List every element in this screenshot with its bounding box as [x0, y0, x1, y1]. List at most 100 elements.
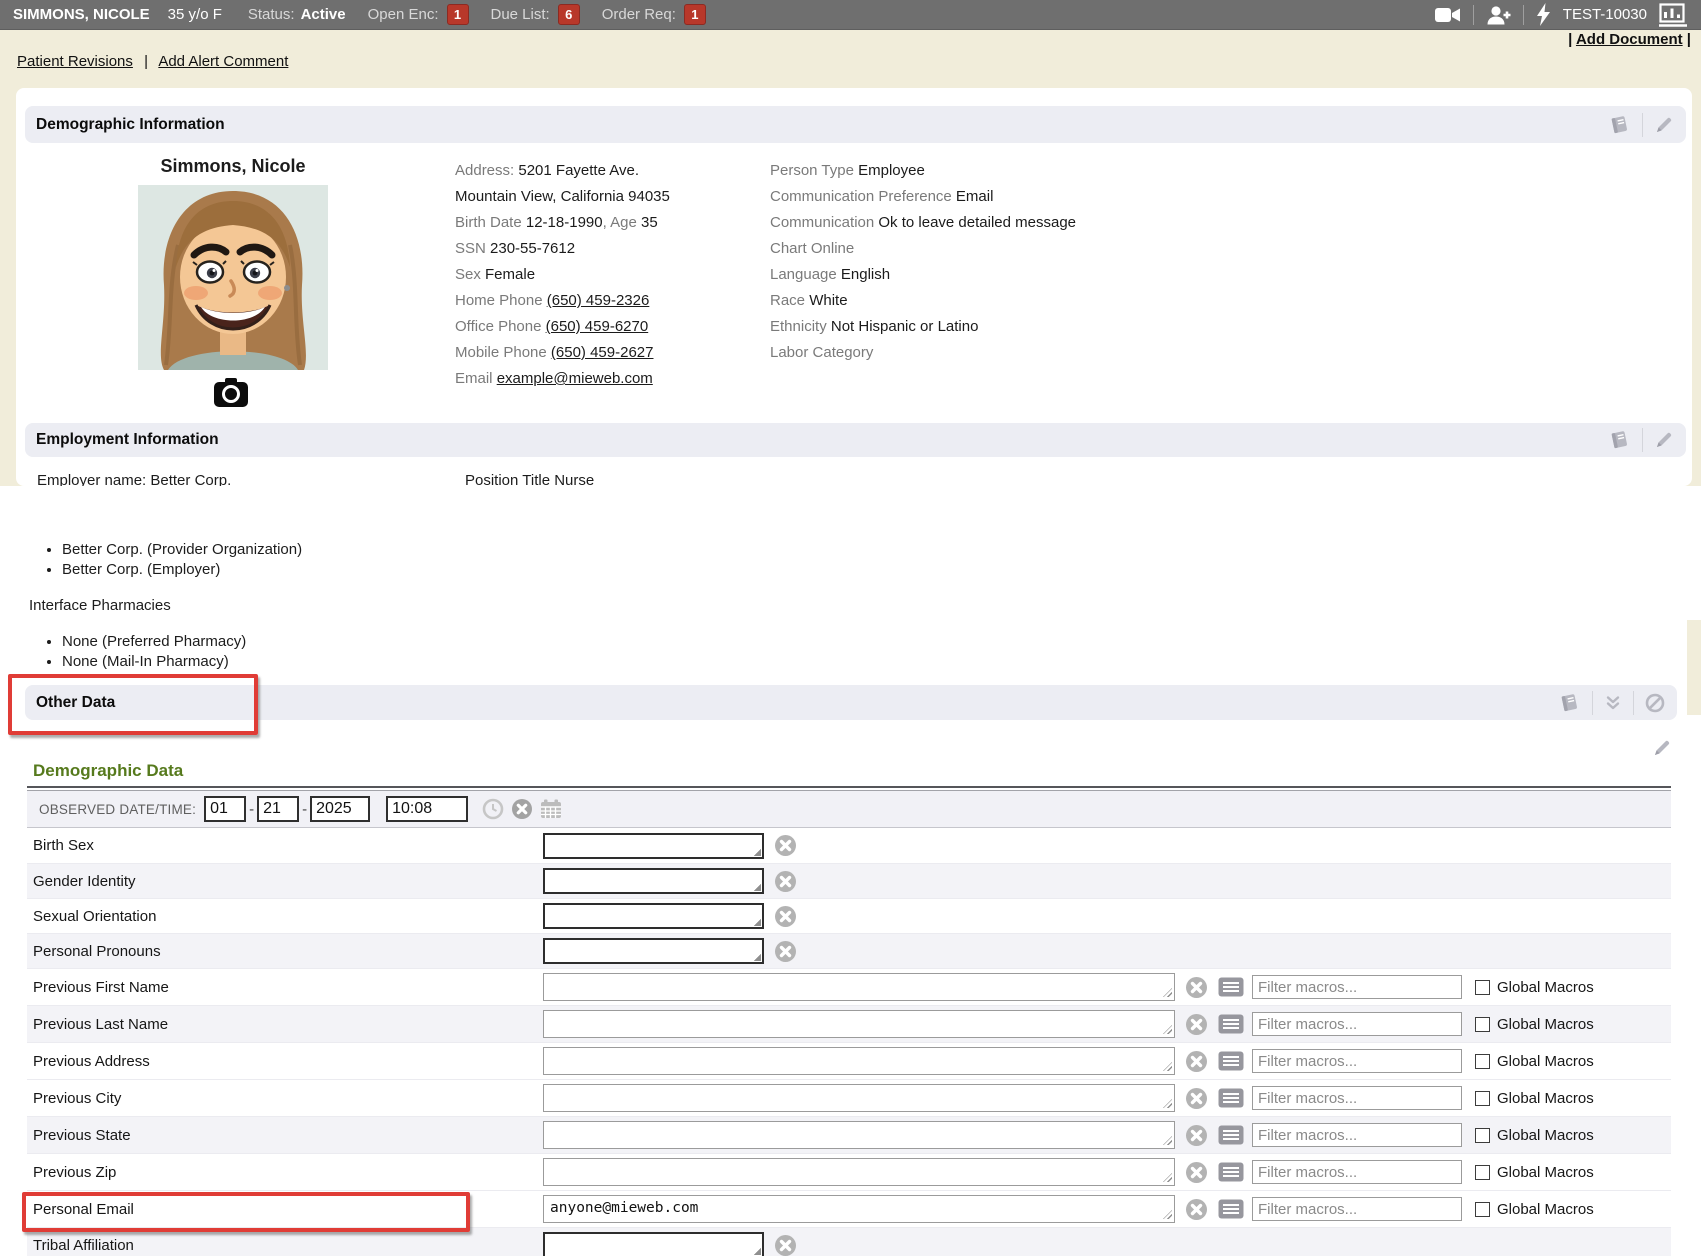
macro-list-icon[interactable]	[1218, 1125, 1244, 1145]
book-icon[interactable]	[1559, 693, 1581, 713]
clear-field-icon[interactable]	[1185, 1124, 1208, 1147]
filter-macros-input[interactable]	[1252, 1160, 1462, 1184]
clear-field-icon[interactable]	[774, 905, 797, 928]
info-link[interactable]: example@mieweb.com	[497, 370, 653, 387]
calendar-icon[interactable]	[540, 799, 562, 820]
filter-macros-input[interactable]	[1252, 1049, 1462, 1073]
clear-field-icon[interactable]	[1185, 1050, 1208, 1073]
double-chevron-down-icon[interactable]	[1604, 695, 1622, 711]
clear-field-icon[interactable]	[774, 870, 797, 893]
global-macros-checkbox[interactable]	[1475, 1091, 1490, 1106]
sexual-orientation-input[interactable]	[543, 903, 764, 929]
camera-icon[interactable]	[213, 377, 249, 412]
observed-day-input[interactable]	[257, 796, 299, 822]
pipe-separator: |	[1568, 31, 1572, 48]
add-alert-comment-link[interactable]: Add Alert Comment	[158, 53, 288, 70]
personal-email-textarea[interactable]	[543, 1195, 1175, 1223]
previous-city-textarea[interactable]	[543, 1084, 1175, 1112]
clear-field-icon[interactable]	[1185, 1198, 1208, 1221]
macro-list-icon[interactable]	[1218, 1014, 1244, 1034]
global-macros-label: Global Macros	[1497, 1053, 1594, 1070]
due-list-badge[interactable]: 6	[558, 4, 580, 25]
birth-sex-input[interactable]	[543, 833, 764, 859]
book-icon[interactable]	[1609, 115, 1631, 135]
clear-field-icon[interactable]	[1185, 976, 1208, 999]
field-label: Previous First Name	[33, 979, 543, 996]
info-value: Female	[485, 266, 535, 283]
person-add-icon[interactable]	[1486, 5, 1511, 25]
patient-header-bar: SIMMONS, NICOLE 35 y/o F Status: Active …	[0, 0, 1701, 30]
filter-macros-input[interactable]	[1252, 1086, 1462, 1110]
add-document-link[interactable]: Add Document	[1576, 31, 1683, 48]
page-background-strip	[1687, 620, 1701, 715]
previous-zip-textarea[interactable]	[543, 1158, 1175, 1186]
section-header-demographic-information: Demographic Information	[25, 106, 1686, 143]
field-row-previous-first-name: Previous First NameGlobal Macros	[27, 968, 1671, 1005]
field-textarea-wrap	[543, 1195, 1175, 1223]
filter-macros-input[interactable]	[1252, 975, 1462, 999]
open-enc-badge[interactable]: 1	[447, 4, 469, 25]
info-line: Sex Female	[455, 262, 760, 288]
status-value: Active	[301, 6, 346, 23]
bar-chart-icon[interactable]	[1659, 3, 1687, 27]
info-label: Home Phone	[455, 292, 547, 309]
clear-datetime-icon[interactable]	[511, 798, 533, 820]
observed-time-input[interactable]	[386, 796, 468, 822]
clear-field-icon[interactable]	[774, 1234, 797, 1256]
previous-state-textarea[interactable]	[543, 1121, 1175, 1149]
order-req-badge[interactable]: 1	[684, 4, 706, 25]
global-macros-checkbox[interactable]	[1475, 1202, 1490, 1217]
observed-month-input[interactable]	[204, 796, 246, 822]
info-link[interactable]: (650) 459-6270	[546, 318, 649, 335]
previous-address-textarea[interactable]	[543, 1047, 1175, 1075]
macro-list-icon[interactable]	[1218, 1199, 1244, 1219]
macro-list-icon[interactable]	[1218, 1162, 1244, 1182]
macro-list-icon[interactable]	[1218, 1088, 1244, 1108]
section-header-actions	[1609, 113, 1674, 137]
book-icon[interactable]	[1609, 430, 1631, 450]
topbar-actions: TEST-10030	[1435, 3, 1687, 27]
filter-macros-input[interactable]	[1252, 1123, 1462, 1147]
gender-identity-input[interactable]	[543, 868, 764, 894]
add-document-row: | Add Document |	[1568, 31, 1691, 48]
observed-year-input[interactable]	[310, 796, 370, 822]
filter-macros-input[interactable]	[1252, 1197, 1462, 1221]
list-item: Better Corp. (Provider Organization)	[62, 540, 302, 560]
lightning-icon[interactable]	[1536, 3, 1551, 26]
macro-list-icon[interactable]	[1218, 1051, 1244, 1071]
global-macros-checkbox[interactable]	[1475, 1128, 1490, 1143]
clear-field-icon[interactable]	[1185, 1013, 1208, 1036]
clear-field-icon[interactable]	[1185, 1161, 1208, 1184]
info-value: Employee	[858, 162, 925, 179]
observed-datetime-label: OBSERVED DATE/TIME:	[39, 802, 196, 817]
filter-macros-input[interactable]	[1252, 1012, 1462, 1036]
global-macros-checkbox[interactable]	[1475, 1054, 1490, 1069]
pencil-icon[interactable]	[1652, 738, 1672, 762]
info-link[interactable]: (650) 459-2627	[551, 344, 654, 361]
global-macros-checkbox[interactable]	[1475, 980, 1490, 995]
no-entry-icon[interactable]	[1645, 693, 1665, 713]
info-line: Person Type Employee	[770, 158, 1200, 184]
pencil-icon[interactable]	[1654, 430, 1674, 450]
field-rows: Birth SexGender IdentitySexual Orientati…	[27, 828, 1671, 1256]
info-label: Online	[811, 240, 854, 257]
field-row-birth-sex: Birth Sex	[27, 828, 1671, 863]
info-line: Mobile Phone (650) 459-2627	[455, 340, 760, 366]
video-camera-icon[interactable]	[1435, 5, 1461, 25]
previous-last-name-textarea[interactable]	[543, 1010, 1175, 1038]
tribal-affiliation-input[interactable]	[543, 1232, 764, 1256]
info-label: Language	[770, 266, 841, 283]
global-macros-checkbox[interactable]	[1475, 1017, 1490, 1032]
clear-field-icon[interactable]	[774, 834, 797, 857]
clear-field-icon[interactable]	[774, 940, 797, 963]
info-label: Office Phone	[455, 318, 546, 335]
pencil-icon[interactable]	[1654, 115, 1674, 135]
info-link[interactable]: (650) 459-2326	[547, 292, 650, 309]
previous-first-name-textarea[interactable]	[543, 973, 1175, 1001]
macro-list-icon[interactable]	[1218, 977, 1244, 997]
global-macros-checkbox[interactable]	[1475, 1165, 1490, 1180]
clock-icon[interactable]	[482, 798, 504, 820]
personal-pronouns-input[interactable]	[543, 938, 764, 964]
patient-revisions-link[interactable]: Patient Revisions	[17, 53, 133, 70]
clear-field-icon[interactable]	[1185, 1087, 1208, 1110]
